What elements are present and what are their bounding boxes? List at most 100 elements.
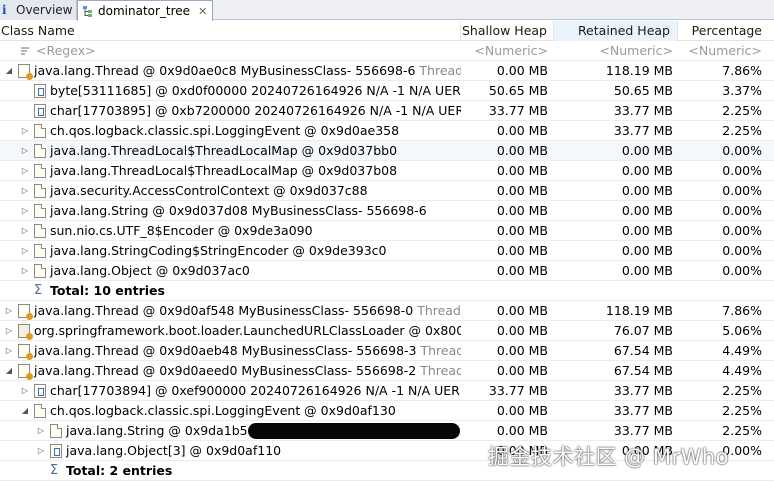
table-row[interactable]: ◢ ch.qos.logback.classic.spi.LoggingEvent… — [0, 401, 774, 421]
retained-heap-cell: 33.77 MB — [613, 403, 673, 418]
object-label: ch.qos.logback.classic.spi.LoggingEvent … — [50, 123, 400, 138]
class-name-cell: char[17703895] @ 0xb7200000 202407261649… — [0, 101, 461, 121]
shallow-heap-cell: 33.77 MB — [488, 103, 548, 118]
array-icon — [50, 444, 62, 458]
total-row[interactable]: Σ Total: 10 entries — [0, 281, 774, 301]
retained-heap-cell: 76.07 MB — [613, 323, 673, 338]
array-icon — [34, 104, 46, 118]
percentage-cell: 2.25% — [722, 103, 762, 118]
table-row[interactable]: ▷ java.lang.String @ 0x9da1b508 0.00 MB 33.… — [0, 421, 774, 441]
table-row[interactable]: byte[53111685] @ 0xd0f00000 202407261649… — [0, 81, 774, 101]
object-label: byte[53111685] @ 0xd0f00000 202407261649… — [50, 83, 461, 98]
retained-heap-cell: 33.77 MB — [613, 103, 673, 118]
thread-icon — [18, 344, 33, 360]
expand-arrow-collapsed-icon[interactable]: ▷ — [20, 221, 30, 241]
percentage-cell — [678, 281, 774, 301]
object-icon — [34, 224, 46, 238]
shallow-filter-input[interactable]: <Numeric> — [461, 41, 554, 61]
expand-arrow-collapsed-icon[interactable]: ▷ — [36, 421, 46, 441]
retained-heap-cell: 33.77 MB — [613, 423, 673, 438]
array-icon — [34, 384, 46, 398]
class-name-cell: ▷ java.lang.Thread @ 0x9d0aeb48 MyBusines… — [0, 341, 461, 361]
column-header-retained-heap[interactable]: Retained Heap — [554, 21, 678, 41]
table-row[interactable]: ▷ java.lang.Thread @ 0x9d0af548 MyBusines… — [0, 301, 774, 321]
expand-arrow-collapsed-icon[interactable]: ▷ — [4, 301, 14, 321]
column-header-percentage[interactable]: Percentage — [678, 21, 774, 41]
shallow-heap-cell: 0.00 MB — [496, 423, 548, 438]
sigma-icon: Σ — [34, 283, 43, 298]
total-label: Total: 10 entries — [50, 283, 165, 298]
shallow-heap-cell: 0.00 MB — [496, 303, 548, 318]
class-name-cell: ▷ java.lang.Object[3] @ 0x9d0af110 — [0, 441, 461, 461]
class-name-cell: ◢ java.lang.Thread @ 0x9d0ae0c8 MyBusines… — [0, 61, 461, 81]
thread-suffix: Thread — [416, 363, 461, 378]
percentage-cell: 0.00% — [722, 263, 762, 278]
thread-suffix: Thread — [413, 303, 461, 318]
table-row[interactable]: ◢ java.lang.Thread @ 0x9d0aeed0 MyBusines… — [0, 361, 774, 381]
dominator-tree-table: <Regex> <Numeric> <Numeric> <Numeric> ◢ j… — [0, 41, 774, 481]
expand-arrow-collapsed-icon[interactable]: ▷ — [20, 141, 30, 161]
expand-arrow-collapsed-icon[interactable]: ▷ — [20, 261, 30, 281]
object-label: char[17703894] @ 0xef900000 202407261649… — [50, 383, 461, 398]
shallow-heap-cell: 0.00 MB — [496, 323, 548, 338]
expand-arrow-collapsed-icon[interactable]: ▷ — [20, 121, 30, 141]
retained-heap-cell: 118.19 MB — [605, 63, 673, 78]
class-name-cell: ▷ java.lang.String @ 0x9da1b508 — [0, 421, 461, 441]
expand-arrow-collapsed-icon[interactable]: ▷ — [4, 341, 14, 361]
column-header-shallow-heap[interactable]: Shallow Heap — [461, 21, 554, 41]
retained-heap-cell: 0.00 MB — [621, 203, 673, 218]
class-name-cell: ▷ java.lang.Thread @ 0x9d0af548 MyBusines… — [0, 301, 461, 321]
expand-arrow-collapsed-icon[interactable]: ▷ — [20, 241, 30, 261]
object-label: java.lang.Object[3] @ 0x9d0af110 — [66, 443, 282, 458]
class-name-cell: ◢ java.lang.Thread @ 0x9d0aeed0 MyBusines… — [0, 361, 461, 381]
table-row[interactable]: ▷ java.security.AccessControlContext @ 0x… — [0, 181, 774, 201]
table-row[interactable]: ▷ org.springframework.boot.loader.Launche… — [0, 321, 774, 341]
object-label: sun.nio.cs.UTF_8$Encoder @ 0x9de3a090 — [50, 223, 313, 238]
expand-arrow-collapsed-icon[interactable]: ▷ — [36, 441, 46, 461]
tab-overview[interactable]: i Overview — [0, 0, 77, 20]
expand-arrow-expanded-icon[interactable]: ◢ — [4, 361, 14, 381]
shallow-heap-cell: 33.77 MB — [488, 383, 548, 398]
class-name-cell: ▷ java.lang.String @ 0x9d037d08 MyBusines… — [0, 201, 461, 221]
column-header-class-name[interactable]: Class Name — [0, 21, 461, 41]
expand-arrow-expanded-icon[interactable]: ◢ — [4, 61, 14, 81]
shallow-heap-cell: 0.00 MB — [496, 203, 548, 218]
table-row[interactable]: ▷ ch.qos.logback.classic.spi.LoggingEvent… — [0, 121, 774, 141]
expand-arrow-collapsed-icon[interactable]: ▷ — [20, 201, 30, 221]
expand-arrow-collapsed-icon[interactable]: ▷ — [20, 161, 30, 181]
percentage-cell: 0.00% — [722, 243, 762, 258]
filter-row: <Regex> <Numeric> <Numeric> <Numeric> — [0, 41, 774, 61]
class-name-cell: ▷ ch.qos.logback.classic.spi.LoggingEvent… — [0, 121, 461, 141]
percentage-cell: 4.49% — [722, 363, 762, 378]
tree-icon — [82, 5, 94, 17]
tab-dominator-tree[interactable]: dominator_tree ✕ — [77, 0, 213, 21]
regex-filter-cell[interactable]: <Regex> — [0, 41, 461, 61]
regex-filter-input[interactable]: <Regex> — [36, 41, 96, 61]
table-row[interactable]: ▷ java.lang.ThreadLocal$ThreadLocalMap @ … — [0, 161, 774, 181]
table-row[interactable]: char[17703895] @ 0xb7200000 202407261649… — [0, 101, 774, 121]
table-row[interactable]: ▷ java.lang.StringCoding$StringEncoder @ … — [0, 241, 774, 261]
retained-heap-cell: 0.00 MB — [621, 143, 673, 158]
percentage-cell: 0.00% — [722, 223, 762, 238]
object-label: java.lang.String @ 0x9da1b508 — [66, 423, 264, 438]
class-name-cell: Σ Total: 2 entries — [0, 461, 461, 481]
table-row[interactable]: ▷ java.lang.Object @ 0x9d037ac0 0.00 MB 0.0… — [0, 261, 774, 281]
percentage-filter-input[interactable]: <Numeric> — [678, 41, 774, 61]
object-label: java.lang.ThreadLocal$ThreadLocalMap @ 0… — [50, 143, 398, 158]
shallow-heap-cell: 0.00 MB — [496, 163, 548, 178]
table-row[interactable]: ▷ java.lang.ThreadLocal$ThreadLocalMap @ … — [0, 141, 774, 161]
table-row[interactable]: ▷ sun.nio.cs.UTF_8$Encoder @ 0x9de3a090 0.… — [0, 221, 774, 241]
close-icon[interactable]: ✕ — [198, 5, 207, 18]
editor-tab-bar: i Overview dominator_tree ✕ — [0, 0, 774, 21]
expand-arrow-collapsed-icon[interactable]: ▷ — [20, 381, 30, 401]
retained-heap-cell: 33.77 MB — [613, 123, 673, 138]
table-row[interactable]: ▷ java.lang.String @ 0x9d037d08 MyBusines… — [0, 201, 774, 221]
table-row[interactable]: ▷ java.lang.Thread @ 0x9d0aeb48 MyBusines… — [0, 341, 774, 361]
expand-arrow-collapsed-icon[interactable]: ▷ — [4, 321, 14, 341]
expand-arrow-expanded-icon[interactable]: ◢ — [20, 401, 30, 421]
retained-filter-input[interactable]: <Numeric> — [554, 41, 678, 61]
expand-arrow-collapsed-icon[interactable]: ▷ — [20, 181, 30, 201]
table-row[interactable]: ▷ char[17703894] @ 0xef900000 20240726164… — [0, 381, 774, 401]
table-row[interactable]: ◢ java.lang.Thread @ 0x9d0ae0c8 MyBusines… — [0, 61, 774, 81]
percentage-cell: 2.25% — [722, 423, 762, 438]
